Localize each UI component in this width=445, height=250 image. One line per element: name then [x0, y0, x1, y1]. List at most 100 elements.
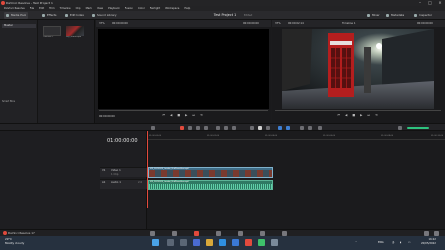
- effects-icon: [42, 13, 45, 17]
- video-thumbnail: [66, 26, 84, 36]
- clip-count: 1 Clip: [111, 173, 119, 176]
- zoom-detail-icon[interactable]: [308, 126, 312, 130]
- track-name: Video 1: [111, 169, 121, 172]
- wifi-icon[interactable]: ◔: [392, 241, 394, 244]
- dynamic-trim-icon[interactable]: [196, 126, 200, 130]
- timeline-timecode: 00:00:00:00: [417, 22, 433, 25]
- timeline-ruler[interactable]: 01:00:00:00 01:00:02:00 01:00:04:00 01:0…: [147, 135, 445, 140]
- audio-waveform: [149, 184, 272, 189]
- language-indicator[interactable]: ENG: [378, 241, 384, 244]
- insert-clip-icon[interactable]: [216, 126, 220, 130]
- edit-index-button[interactable]: Edit Index: [63, 12, 86, 19]
- davinci-logo-icon: [1, 1, 5, 5]
- snapping-icon[interactable]: [250, 126, 254, 130]
- smart-bins-label: Smart Bins: [2, 100, 16, 103]
- timeline-duration: 00:00:02:14: [288, 22, 304, 25]
- play-icon[interactable]: ▶: [185, 113, 189, 117]
- stop-icon[interactable]: ■: [177, 113, 182, 117]
- ruler-tick: 01:00:08:00: [381, 135, 394, 137]
- position-lock-icon[interactable]: [266, 126, 270, 130]
- skip-back-icon[interactable]: ⏮: [162, 113, 167, 117]
- master-bin[interactable]: Master: [2, 24, 36, 28]
- ruler-tick: 01:00:10:00: [431, 135, 444, 137]
- timeline-name[interactable]: Timeline 1: [342, 20, 356, 27]
- stop-icon[interactable]: ■: [352, 113, 357, 117]
- replace-clip-icon[interactable]: [232, 126, 236, 130]
- window-title: DaVinci Resolve - Test Project 1: [6, 1, 53, 5]
- timeline-zoom[interactable]: 37%: [275, 20, 281, 27]
- tray-chevron-icon[interactable]: ⌃: [355, 241, 357, 244]
- metadata-button[interactable]: Metadata: [384, 12, 406, 19]
- link-icon[interactable]: [258, 126, 262, 130]
- edge-icon[interactable]: [219, 239, 226, 246]
- track-headers: 01:00:00:00 V1 Video 1 1 Clip A1 Audio 1…: [0, 131, 147, 229]
- source-timecode-left: 00:00:00:00: [112, 22, 128, 25]
- play-icon[interactable]: ▶: [360, 113, 364, 117]
- flag-icon[interactable]: [278, 126, 282, 130]
- timeline-viewer-screen[interactable]: [282, 29, 434, 109]
- track-id: V1: [102, 169, 106, 172]
- overwrite-clip-icon[interactable]: [224, 126, 228, 130]
- battery-icon[interactable]: ▭: [408, 241, 410, 244]
- chrome-icon[interactable]: [258, 239, 265, 246]
- mixer-button[interactable]: Mixer: [365, 12, 382, 19]
- volume-icon[interactable]: ◖: [400, 241, 401, 244]
- audio-track-header[interactable]: A1 Audio 1 2.0: [100, 179, 147, 189]
- blade-icon[interactable]: [204, 126, 208, 130]
- source-viewer-screen[interactable]: [98, 29, 269, 109]
- media-pool-icon: [6, 13, 9, 17]
- loop-icon[interactable]: ⟲: [375, 113, 380, 117]
- marker-icon[interactable]: [286, 126, 290, 130]
- video-track-header[interactable]: V1 Video 1 1 Clip: [100, 167, 147, 177]
- audio-level: 2.0: [138, 181, 143, 184]
- skip-forward-icon[interactable]: ⏭: [367, 113, 372, 117]
- loop-icon[interactable]: ⟲: [200, 113, 205, 117]
- london-phone-box-frame: [282, 29, 434, 109]
- audio-clip-name: VID_20220519_London_RedPhoneBox.mp4: [150, 181, 189, 183]
- audio-clip[interactable]: VID_20220519_London_RedPhoneBox.mp4: [148, 180, 273, 190]
- start-icon[interactable]: [152, 239, 159, 246]
- weather-widget[interactable]: 29°C Mostly cloudy: [5, 237, 24, 245]
- sound-library-button[interactable]: Sound Library: [90, 12, 118, 19]
- ruler-tick: 01:00:04:00: [265, 135, 278, 137]
- media-clip[interactable]: clip_video.mp4: [66, 26, 84, 38]
- edit-toolbar: [0, 123, 445, 131]
- video-clip[interactable]: VID_20220519_London_RedPhoneBox.mp4: [148, 167, 273, 178]
- track-name: Audio 1: [111, 181, 121, 184]
- selection-icon[interactable]: [180, 126, 184, 130]
- speaker-icon[interactable]: [398, 126, 402, 130]
- clip-filmstrip: [149, 170, 272, 177]
- source-transport-controls: ⏮ ◀ ■ ▶ ⏭ ⟲: [96, 111, 271, 119]
- search-icon[interactable]: [167, 239, 174, 246]
- track-area[interactable]: 01:00:00:00 01:00:02:00 01:00:04:00 01:0…: [147, 131, 445, 229]
- metadata-icon: [386, 13, 389, 17]
- zoom-custom-icon[interactable]: [318, 126, 322, 130]
- source-zoom[interactable]: 37%: [99, 20, 105, 27]
- media-pool-button[interactable]: Media Pool: [4, 12, 29, 19]
- widgets-icon[interactable]: [193, 239, 200, 246]
- play-reverse-icon[interactable]: ◀: [345, 113, 349, 117]
- inspector-button[interactable]: Inspector: [412, 12, 434, 19]
- timeline-viewer-header: 37% 00:00:02:14 Timeline 1 00:00:00:00: [272, 20, 445, 27]
- layout-icon[interactable]: [151, 126, 155, 130]
- playhead[interactable]: [147, 131, 148, 208]
- sound-library-icon: [92, 13, 95, 17]
- app-icon[interactable]: [271, 239, 278, 246]
- timeline-transport-controls: ⏮ ◀ ■ ▶ ⏭ ⟲: [272, 111, 445, 119]
- file-explorer-icon[interactable]: [206, 239, 213, 246]
- task-view-icon[interactable]: [180, 239, 187, 246]
- ruler-tick: 01:00:02:00: [207, 135, 220, 137]
- media-clip[interactable]: Timeline 1: [43, 26, 61, 38]
- ruler-tick: 01:00:00:00: [149, 135, 162, 137]
- volume-slider[interactable]: [407, 127, 429, 129]
- system-clock[interactable]: 16:22 20/05/2022: [421, 238, 436, 246]
- trim-icon[interactable]: [188, 126, 192, 130]
- zoom-full-icon[interactable]: [300, 126, 304, 130]
- davinci-resolve-taskbar-icon[interactable]: [245, 239, 252, 246]
- play-reverse-icon[interactable]: ◀: [170, 113, 174, 117]
- store-icon[interactable]: [232, 239, 239, 246]
- effects-button[interactable]: Effects: [40, 12, 59, 19]
- source-viewer: 37% 00:00:00:00 00:00:00:00 ⏮ ◀ ■ ▶ ⏭ ⟲ …: [96, 20, 271, 123]
- skip-forward-icon[interactable]: ⏭: [192, 113, 197, 117]
- skip-back-icon[interactable]: ⏮: [337, 113, 342, 117]
